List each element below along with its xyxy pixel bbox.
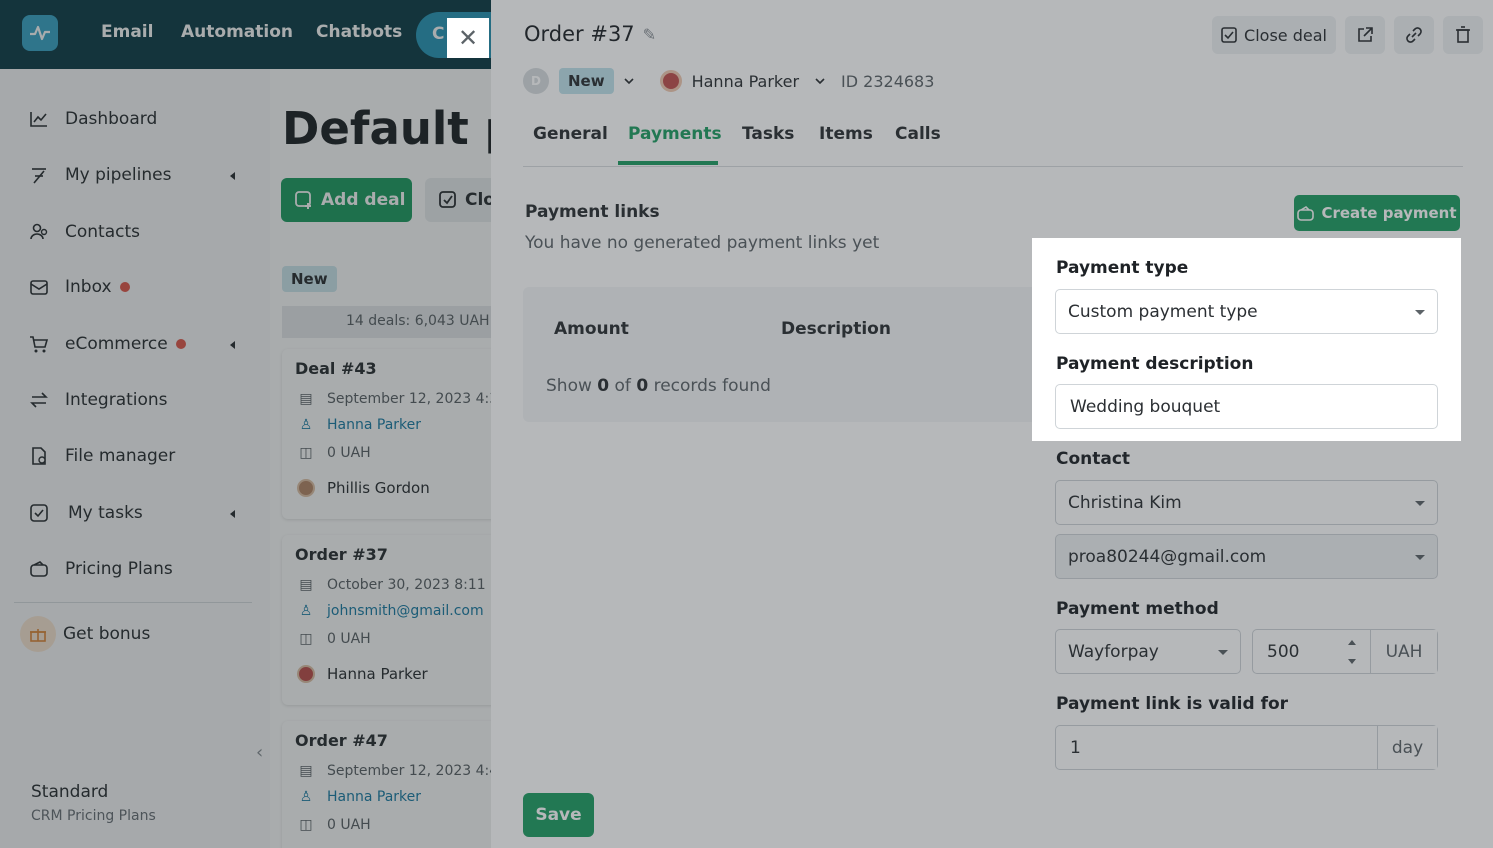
payment-type-select[interactable]: Custom payment type <box>1055 289 1438 334</box>
payment-description-input[interactable]: Wedding bouquet <box>1055 384 1438 429</box>
payment-description-label: Payment description <box>1056 354 1254 374</box>
close-drawer-button[interactable]: ✕ <box>447 18 489 58</box>
payment-description-value: Wedding bouquet <box>1070 396 1221 417</box>
payment-type-label: Payment type <box>1056 258 1189 278</box>
close-icon: ✕ <box>457 24 479 52</box>
dropdown-arrow-icon <box>1415 310 1425 315</box>
form-dim-overlay <box>1032 441 1461 778</box>
payment-type-value: Custom payment type <box>1068 301 1258 322</box>
